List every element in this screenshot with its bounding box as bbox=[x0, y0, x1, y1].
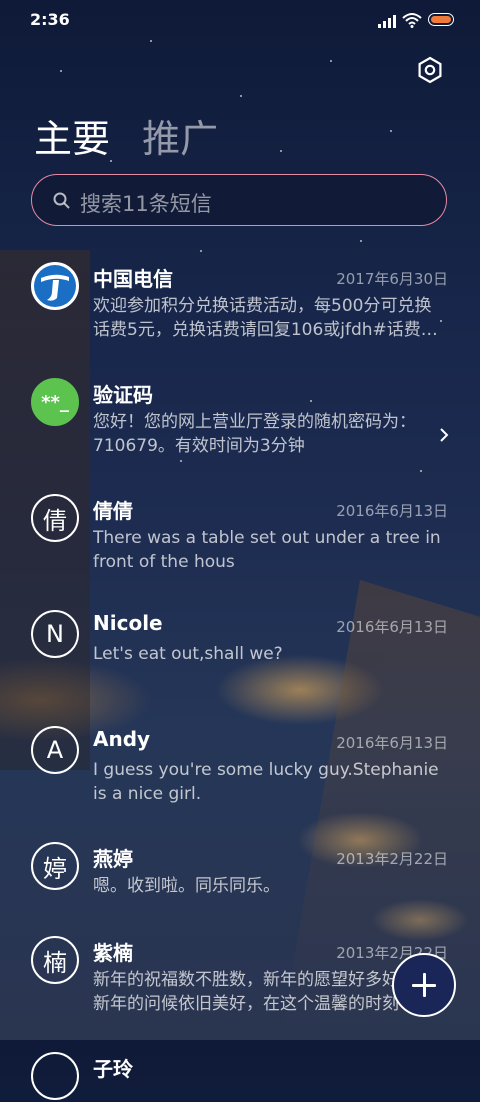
settings-icon[interactable] bbox=[416, 56, 444, 84]
avatar bbox=[31, 1052, 79, 1100]
message-date: 2016年6月13日 bbox=[336, 618, 448, 636]
contact-name: 中国电信 bbox=[93, 267, 173, 291]
battery-icon bbox=[428, 13, 454, 26]
chevron-right-icon[interactable] bbox=[438, 426, 450, 444]
contact-name: 紫楠 bbox=[93, 941, 133, 965]
china-telecom-logo-icon bbox=[34, 265, 76, 307]
wifi-icon bbox=[402, 13, 422, 28]
contact-name: 燕婷 bbox=[93, 847, 133, 871]
conversation-item[interactable]: 倩 倩倩 2016年6月13日 There was a table set ou… bbox=[0, 484, 480, 600]
message-date: 2016年6月13日 bbox=[336, 502, 448, 520]
signal-icon bbox=[378, 14, 398, 28]
contact-name: Andy bbox=[93, 727, 151, 751]
tab-bar: 主要 推广 bbox=[34, 108, 238, 163]
avatar: A bbox=[31, 726, 79, 774]
conversation-item[interactable]: N Nicole 2016年6月13日 Let's eat out,shall … bbox=[0, 600, 480, 716]
message-preview: I guess you're some lucky guy.Stephanie … bbox=[93, 760, 439, 804]
contact-name: 子玲 bbox=[93, 1057, 133, 1081]
message-preview: Let's eat out,shall we? bbox=[93, 644, 283, 664]
message-date: 2017年6月30日 bbox=[336, 270, 448, 288]
message-preview: 嗯。收到啦。同乐同乐。 bbox=[93, 876, 280, 896]
message-preview: There was a table set out under a tree i… bbox=[93, 528, 441, 572]
add-icon[interactable] bbox=[392, 953, 456, 1017]
avatar: 楠 bbox=[31, 936, 79, 984]
conversation-item[interactable]: A Andy 2016年6月13日 I guess you're some lu… bbox=[0, 716, 480, 832]
contact-name: Nicole bbox=[93, 611, 163, 635]
conversation-item[interactable]: 子玲 bbox=[0, 1042, 480, 1102]
conversation-item[interactable]: 婷 燕婷 2013年2月22日 嗯。收到啦。同乐同乐。 bbox=[0, 832, 480, 926]
search-input[interactable]: 搜索11条短信 bbox=[80, 188, 212, 218]
china-telecom-logo-avatar bbox=[31, 262, 79, 310]
tab-promotion[interactable]: 推广 bbox=[142, 117, 218, 161]
tab-main[interactable]: 主要 bbox=[34, 117, 110, 161]
contact-name: 倩倩 bbox=[93, 499, 133, 523]
verification-code-avatar: **_ bbox=[31, 378, 79, 426]
avatar: 倩 bbox=[31, 494, 79, 542]
status-bar: 2:36 bbox=[0, 0, 480, 40]
status-time: 2:36 bbox=[30, 10, 70, 29]
message-preview: 您好！您的网上营业厅登录的随机密码为：710679。有效时间为3分钟 bbox=[93, 412, 416, 456]
avatar: 婷 bbox=[31, 842, 79, 890]
message-date: 2016年6月13日 bbox=[336, 734, 448, 752]
conversation-item[interactable]: **_ 验证码 您好！您的网上营业厅登录的随机密码为：710679。有效时间为3… bbox=[0, 368, 480, 484]
contact-name: 验证码 bbox=[93, 383, 153, 407]
search-icon bbox=[53, 192, 70, 209]
message-preview: 欢迎参加积分兑换话费活动，每500分可兑换话费5元，兑换话费请回复106或jfd… bbox=[93, 296, 438, 340]
message-date: 2013年2月22日 bbox=[336, 850, 448, 868]
search-bar[interactable]: 搜索11条短信 bbox=[31, 174, 447, 226]
conversation-item[interactable]: 中国电信 2017年6月30日 欢迎参加积分兑换话费活动，每500分可兑换话费5… bbox=[0, 252, 480, 368]
avatar: N bbox=[31, 610, 79, 658]
